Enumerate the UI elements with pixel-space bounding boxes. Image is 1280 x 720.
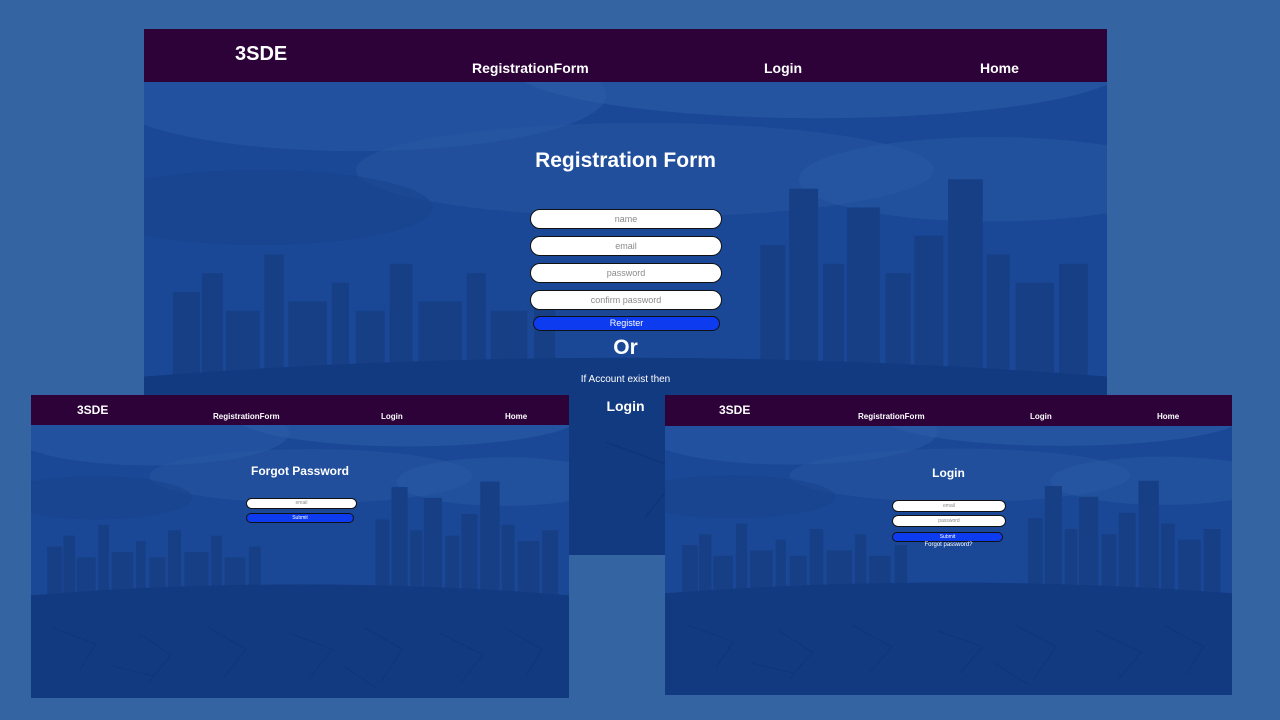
confirm-password-input[interactable]: confirm password <box>530 290 722 310</box>
login-screenshot: 3SDE RegistrationForm Login Home Login e… <box>665 395 1232 695</box>
name-input[interactable]: name <box>530 209 722 229</box>
page-title: Login <box>932 466 965 480</box>
forgot-password-screenshot: 3SDE RegistrationForm Login Home Forgot … <box>31 395 569 698</box>
login-form: Login email password Submit Forgot passw… <box>665 395 1232 695</box>
email-input[interactable]: email <box>530 236 722 256</box>
email-input[interactable]: email <box>892 500 1006 512</box>
forgot-password-form: Forgot Password email Submit <box>31 395 569 698</box>
page-title: Registration Form <box>535 149 716 172</box>
email-input[interactable]: email <box>246 498 357 509</box>
account-exists-text: If Account exist then <box>580 374 671 385</box>
submit-button[interactable]: Submit <box>246 513 354 523</box>
password-input[interactable]: password <box>892 515 1006 527</box>
register-button[interactable]: Register <box>533 316 720 331</box>
submit-button[interactable]: Submit <box>892 532 1003 542</box>
password-input[interactable]: password <box>530 263 722 283</box>
page-title: Forgot Password <box>250 464 349 478</box>
forgot-password-link[interactable]: Forgot password? <box>665 542 1232 548</box>
or-divider-text: Or <box>613 336 638 359</box>
